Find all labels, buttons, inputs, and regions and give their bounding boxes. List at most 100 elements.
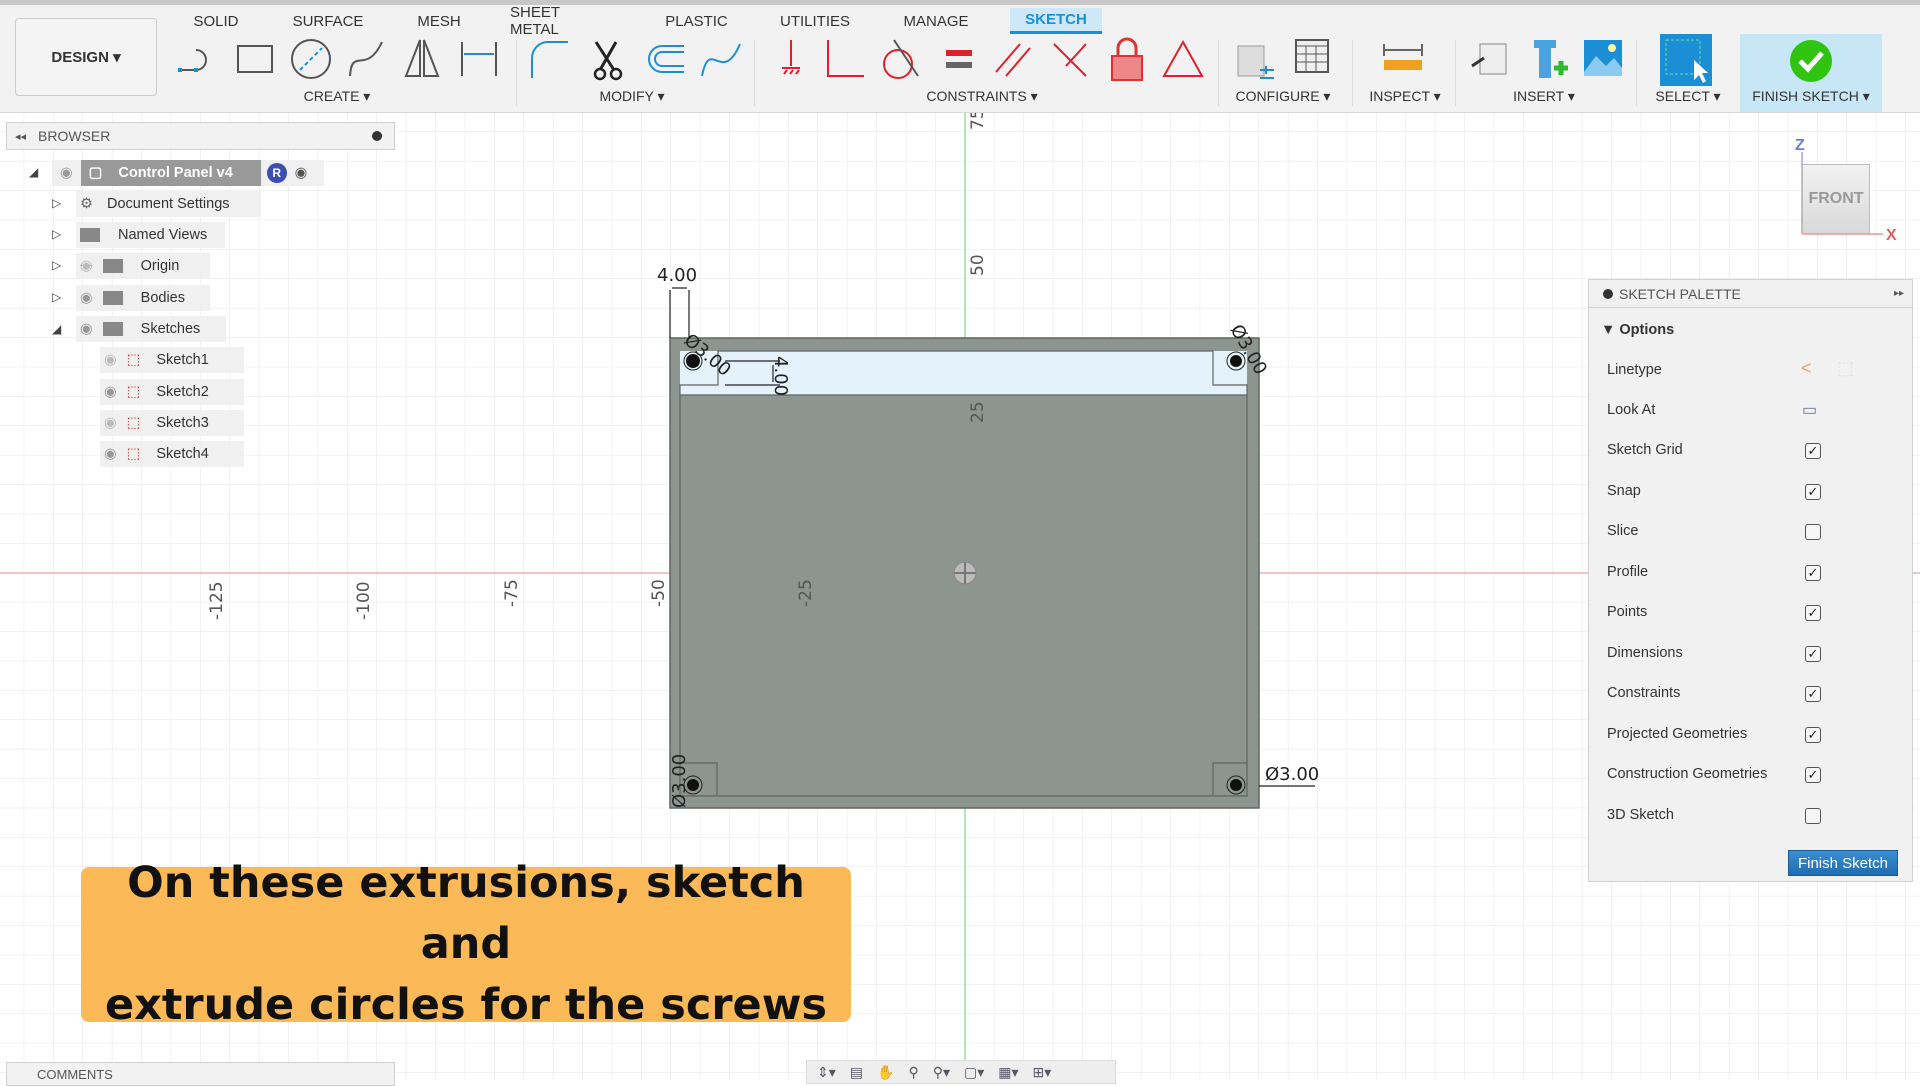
option-checkbox[interactable]: ✓: [1805, 443, 1821, 459]
tree-item-bodies[interactable]: ◉ Bodies: [76, 285, 210, 311]
tab-utilities[interactable]: UTILITIES: [777, 8, 853, 34]
fillet-icon[interactable]: [528, 36, 574, 82]
viewcube[interactable]: FRONT: [1802, 164, 1870, 234]
line-icon[interactable]: [176, 36, 222, 82]
tree-item-sketch3[interactable]: ◉ ⬚ Sketch3: [100, 410, 244, 436]
display-settings-icon[interactable]: ▢▾: [964, 1064, 984, 1081]
modify-menu[interactable]: MODIFY ▾: [599, 88, 664, 105]
option-checkbox[interactable]: ✓: [1805, 767, 1821, 783]
options-section[interactable]: ▼ Options: [1601, 322, 1674, 338]
collapse-root-icon[interactable]: ◢: [29, 165, 38, 179]
eye-icon[interactable]: ◉: [80, 321, 93, 337]
insert-derive-icon[interactable]: [1468, 36, 1514, 82]
dim-hole-br[interactable]: Ø3.00: [1265, 764, 1319, 785]
configure-box-icon[interactable]: [1232, 36, 1278, 82]
tab-sheet-metal[interactable]: SHEET METAL: [510, 4, 612, 38]
finish-sketch-button[interactable]: Finish Sketch: [1788, 850, 1898, 876]
expand-palette-icon[interactable]: ▸▸: [1894, 288, 1904, 299]
insert-menu[interactable]: INSERT ▾: [1513, 88, 1575, 105]
insert-mcmaster-icon[interactable]: [1524, 36, 1570, 82]
eye-hidden-icon[interactable]: ◉: [104, 352, 117, 368]
option-checkbox[interactable]: ✓: [1805, 726, 1821, 743]
create-menu[interactable]: CREATE ▾: [304, 88, 371, 105]
tab-surface[interactable]: SURFACE: [292, 8, 364, 34]
mirror-icon[interactable]: [400, 36, 446, 82]
eye-icon[interactable]: ◉: [60, 165, 73, 181]
tangent-icon[interactable]: [876, 36, 922, 82]
parallel-icon[interactable]: [990, 36, 1036, 82]
browser-panel-header[interactable]: ◂◂ BROWSER: [6, 122, 395, 150]
tree-item-origin[interactable]: ◉ Origin: [76, 253, 210, 279]
dim-inner-height[interactable]: 4.00: [770, 356, 791, 396]
minimize-icon[interactable]: [372, 131, 382, 141]
tab-plastic[interactable]: PLASTIC: [664, 8, 729, 34]
option-checkbox[interactable]: ✓: [1805, 686, 1821, 702]
spline-icon[interactable]: [344, 36, 390, 82]
tab-solid[interactable]: SOLID: [190, 8, 242, 34]
fix-constraint-icon[interactable]: [768, 36, 814, 82]
option-checkbox[interactable]: ✓: [1805, 645, 1821, 662]
option-checkbox[interactable]: ✓: [1805, 483, 1821, 500]
zoom-icon[interactable]: ⚲: [908, 1064, 918, 1081]
circle-icon[interactable]: [288, 36, 334, 82]
collapse-icon[interactable]: ▼: [1601, 322, 1615, 338]
eye-hidden-icon[interactable]: ◉: [80, 258, 93, 274]
expand-icon[interactable]: ▷: [52, 196, 61, 210]
tab-sketch[interactable]: SKETCH: [1010, 8, 1102, 34]
equal-icon[interactable]: [936, 36, 982, 82]
constraints-menu[interactable]: CONSTRAINTS ▾: [926, 88, 1037, 105]
minimize-icon[interactable]: [1603, 288, 1613, 299]
configure-table-icon[interactable]: [1290, 36, 1336, 82]
tree-root[interactable]: ◉ ▢ Control Panel v4 R ◉: [52, 160, 324, 186]
tree-item-document-settings[interactable]: ⚙ Document Settings: [76, 191, 261, 217]
coincident-icon[interactable]: [822, 36, 868, 82]
select-menu[interactable]: SELECT ▾: [1655, 88, 1720, 105]
option-checkbox[interactable]: ✓: [1805, 564, 1821, 581]
collapse-icon[interactable]: ◢: [52, 322, 61, 336]
tab-manage[interactable]: MANAGE: [900, 8, 972, 34]
dim-hole-bl[interactable]: Ø3.00: [669, 754, 690, 808]
configure-menu[interactable]: CONFIGURE ▾: [1236, 88, 1331, 105]
dim-top-width[interactable]: 4.00: [657, 265, 697, 286]
tree-item-sketch2[interactable]: ◉ ⬚ Sketch2: [100, 379, 244, 405]
option-checkbox[interactable]: [1805, 807, 1821, 824]
expand-icon[interactable]: ▷: [52, 290, 61, 304]
eye-hidden-icon[interactable]: ◉: [104, 415, 117, 431]
eye-icon[interactable]: ◉: [80, 290, 93, 306]
collapse-browser-icon[interactable]: ◂◂: [15, 130, 26, 143]
rectangle-icon[interactable]: [232, 36, 278, 82]
viewports-icon[interactable]: ⊞▾: [1033, 1064, 1052, 1081]
orbit-icon[interactable]: ⇕▾: [817, 1064, 836, 1081]
tree-item-named-views[interactable]: Named Views: [76, 222, 225, 248]
curve-icon[interactable]: [698, 36, 744, 82]
offset-icon[interactable]: [642, 36, 688, 82]
tree-item-sketch1[interactable]: ◉ ⬚ Sketch1: [100, 347, 244, 373]
construction-linetype-icon[interactable]: <: [1801, 358, 1812, 379]
option-checkbox[interactable]: ✓: [1805, 605, 1821, 621]
inspect-menu[interactable]: INSPECT ▾: [1369, 88, 1440, 105]
lock-icon[interactable]: [1104, 36, 1150, 82]
pan-icon[interactable]: ✋: [877, 1064, 894, 1081]
select-icon[interactable]: [1660, 34, 1712, 86]
expand-icon[interactable]: ▷: [52, 227, 61, 241]
look-at-nav-icon[interactable]: ▤: [850, 1064, 863, 1081]
eye-icon[interactable]: ◉: [104, 384, 117, 400]
centerline-linetype-icon[interactable]: ⬚: [1837, 358, 1854, 379]
perpendicular-icon[interactable]: [1046, 36, 1092, 82]
finish-sketch-icon[interactable]: [1788, 38, 1834, 84]
tree-item-sketch4[interactable]: ◉ ⬚ Sketch4: [100, 441, 244, 467]
measure-icon[interactable]: [1380, 36, 1426, 82]
option-checkbox[interactable]: [1805, 524, 1821, 540]
workspace-switcher[interactable]: DESIGN ▾: [15, 18, 157, 96]
expand-icon[interactable]: ▷: [52, 258, 61, 272]
dimension-icon[interactable]: [456, 36, 502, 82]
viewcube-face[interactable]: FRONT: [1808, 190, 1863, 208]
eye-icon[interactable]: ◉: [104, 446, 117, 462]
activate-radio-icon[interactable]: ◉: [295, 165, 308, 181]
grid-settings-icon[interactable]: ▦▾: [998, 1064, 1018, 1081]
finish-sketch-menu[interactable]: FINISH SKETCH ▾: [1752, 88, 1869, 105]
palette-header[interactable]: SKETCH PALETTE ▸▸: [1589, 280, 1912, 308]
tree-item-sketches[interactable]: ◉ Sketches: [76, 316, 226, 342]
triangle-constraint-icon[interactable]: [1160, 36, 1206, 82]
trim-icon[interactable]: [586, 36, 632, 82]
